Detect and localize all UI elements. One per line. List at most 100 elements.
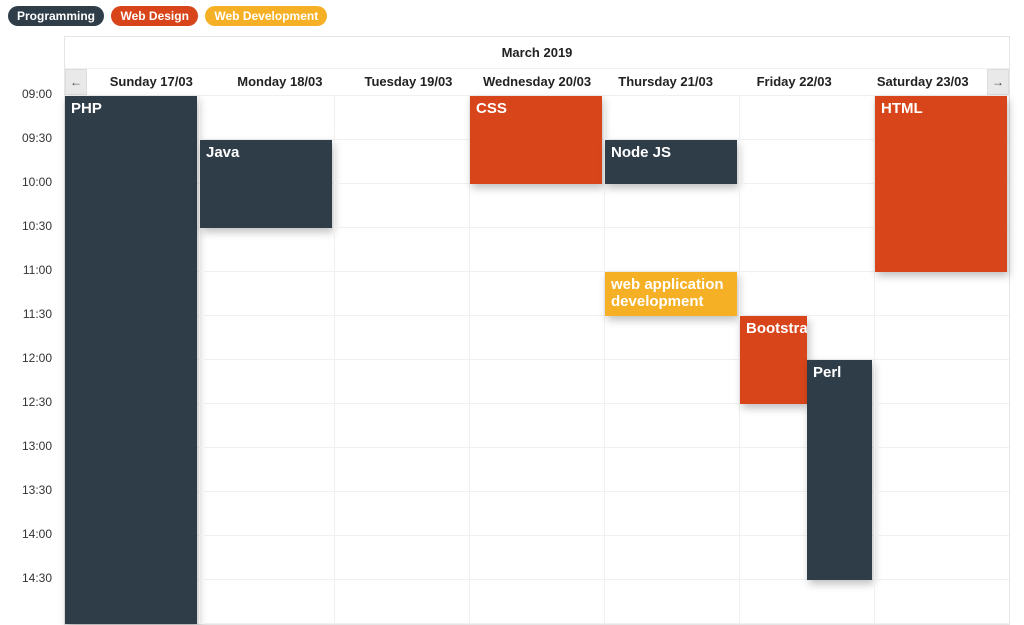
time-slot[interactable] <box>335 140 469 184</box>
time-label: 12:30 <box>6 395 58 439</box>
day-header: Thursday 21/03 <box>601 69 730 95</box>
time-slot[interactable] <box>200 96 334 140</box>
time-slot[interactable] <box>335 404 469 448</box>
time-slot[interactable] <box>875 492 1009 536</box>
time-slot[interactable] <box>335 184 469 228</box>
time-slot[interactable] <box>470 360 604 404</box>
time-slot[interactable] <box>605 184 739 228</box>
time-slot[interactable] <box>470 272 604 316</box>
day-header: Friday 22/03 <box>730 69 859 95</box>
event-perl[interactable]: Perl <box>807 360 872 580</box>
legend-programming: Programming <box>8 6 104 26</box>
time-slot[interactable] <box>200 404 334 448</box>
time-label: 14:30 <box>6 571 58 615</box>
day-column: Node JS web application development <box>604 96 739 624</box>
time-slot[interactable] <box>335 448 469 492</box>
day-header: Saturday 23/03 <box>858 69 987 95</box>
time-label: 11:30 <box>6 307 58 351</box>
time-slot[interactable] <box>470 448 604 492</box>
day-header: Tuesday 19/03 <box>344 69 473 95</box>
time-slot[interactable] <box>605 360 739 404</box>
event-html[interactable]: HTML <box>875 96 1007 272</box>
time-slot[interactable] <box>875 448 1009 492</box>
prev-week-button[interactable]: ← <box>65 69 87 95</box>
time-slot[interactable] <box>335 228 469 272</box>
time-slot[interactable] <box>470 316 604 360</box>
time-label: 14:00 <box>6 527 58 571</box>
time-gutter: 09:0009:3010:0010:3011:0011:3012:0012:30… <box>6 94 58 622</box>
calendar-body: PHPJava CSSNode JS web application develop… <box>65 96 1009 624</box>
event-css[interactable]: CSS <box>470 96 602 184</box>
time-label: 09:00 <box>6 87 58 131</box>
time-slot[interactable] <box>200 580 334 624</box>
time-slot[interactable] <box>605 536 739 580</box>
time-slot[interactable] <box>875 360 1009 404</box>
time-slot[interactable] <box>740 228 874 272</box>
day-column: Java <box>199 96 334 624</box>
time-label: 12:00 <box>6 351 58 395</box>
day-header: Wednesday 20/03 <box>473 69 602 95</box>
time-label: 11:00 <box>6 263 58 307</box>
time-slot[interactable] <box>740 272 874 316</box>
time-slot[interactable] <box>875 316 1009 360</box>
time-slot[interactable] <box>200 492 334 536</box>
day-header-row: ← Sunday 17/03 Monday 18/03 Tuesday 19/0… <box>65 69 1009 96</box>
time-slot[interactable] <box>740 580 874 624</box>
calendar-title: March 2019 <box>65 37 1009 69</box>
legend-web-development: Web Development <box>205 6 327 26</box>
time-label: 13:30 <box>6 483 58 527</box>
time-slot[interactable] <box>335 272 469 316</box>
day-header: Sunday 17/03 <box>87 69 216 95</box>
time-slot[interactable] <box>470 492 604 536</box>
time-slot[interactable] <box>740 96 874 140</box>
time-slot[interactable] <box>200 448 334 492</box>
day-column: PHP <box>65 96 199 624</box>
day-column: HTML <box>874 96 1009 624</box>
time-slot[interactable] <box>335 316 469 360</box>
time-slot[interactable] <box>470 404 604 448</box>
time-label: 10:00 <box>6 175 58 219</box>
time-slot[interactable] <box>875 272 1009 316</box>
time-slot[interactable] <box>740 140 874 184</box>
time-slot[interactable] <box>200 536 334 580</box>
day-column <box>334 96 469 624</box>
time-slot[interactable] <box>335 360 469 404</box>
time-slot[interactable] <box>875 580 1009 624</box>
time-label: 10:30 <box>6 219 58 263</box>
event-web-application-development[interactable]: web application development <box>605 272 737 316</box>
time-slot[interactable] <box>605 96 739 140</box>
time-slot[interactable] <box>470 580 604 624</box>
time-slot[interactable] <box>605 316 739 360</box>
time-slot[interactable] <box>335 96 469 140</box>
event-node-js[interactable]: Node JS <box>605 140 737 184</box>
time-slot[interactable] <box>335 580 469 624</box>
time-label: 09:30 <box>6 131 58 175</box>
time-slot[interactable] <box>200 272 334 316</box>
time-slot[interactable] <box>335 536 469 580</box>
day-column: BootstraPerl <box>739 96 874 624</box>
time-slot[interactable] <box>470 536 604 580</box>
time-slot[interactable] <box>200 228 334 272</box>
time-slot[interactable] <box>605 448 739 492</box>
category-legend: Programming Web Design Web Development <box>0 0 1024 32</box>
event-php[interactable]: PHP <box>65 96 197 624</box>
legend-web-design: Web Design <box>111 6 197 26</box>
time-slot[interactable] <box>335 492 469 536</box>
next-week-button[interactable]: → <box>987 69 1009 95</box>
day-header: Monday 18/03 <box>216 69 345 95</box>
event-bootstrap[interactable]: Bootstra <box>740 316 807 404</box>
time-slot[interactable] <box>875 536 1009 580</box>
time-slot[interactable] <box>200 316 334 360</box>
time-slot[interactable] <box>605 580 739 624</box>
time-slot[interactable] <box>605 228 739 272</box>
time-slot[interactable] <box>470 184 604 228</box>
time-label: 13:00 <box>6 439 58 483</box>
time-slot[interactable] <box>470 228 604 272</box>
time-slot[interactable] <box>605 492 739 536</box>
day-column: CSS <box>469 96 604 624</box>
time-slot[interactable] <box>605 404 739 448</box>
time-slot[interactable] <box>875 404 1009 448</box>
time-slot[interactable] <box>200 360 334 404</box>
event-java[interactable]: Java <box>200 140 332 228</box>
time-slot[interactable] <box>740 184 874 228</box>
